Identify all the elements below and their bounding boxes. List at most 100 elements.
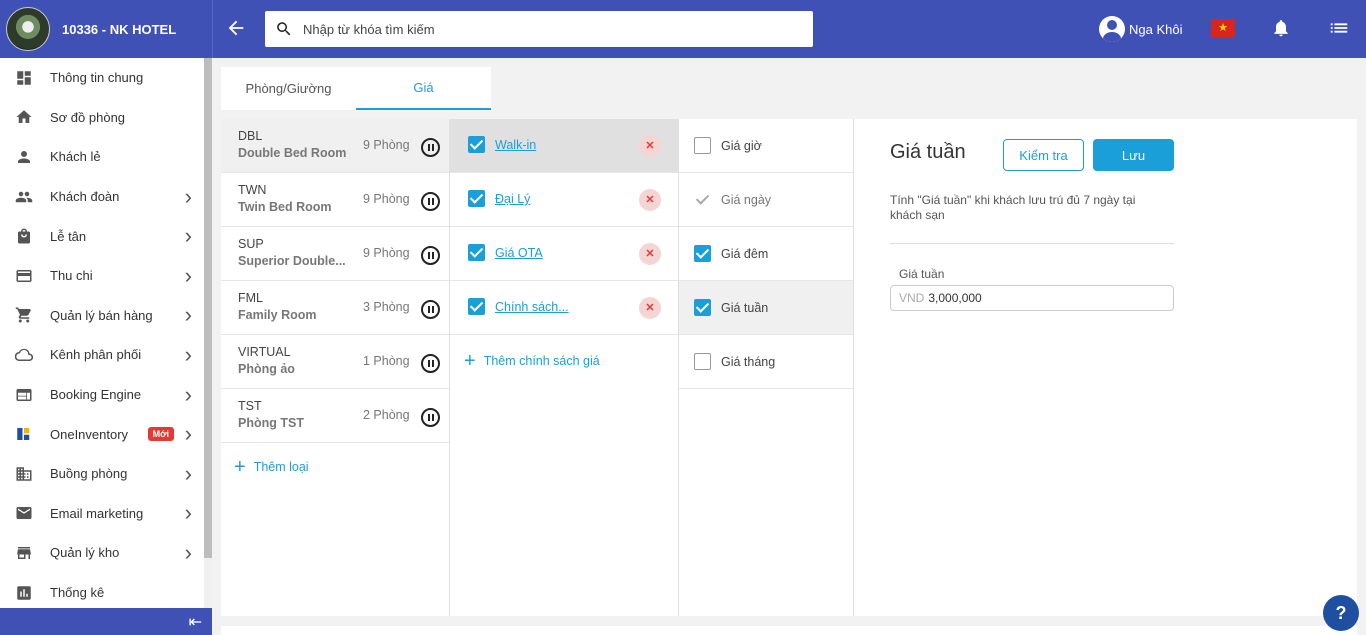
sidebar-item-qu-n-l-b-n-h-ng[interactable]: Quản lý bán hàng › [0,296,202,336]
pause-icon[interactable] [421,354,440,373]
sidebar-item-kh-ch-o-n[interactable]: Khách đoàn › [0,177,202,217]
price-type-row[interactable]: Giá đêm [679,227,853,281]
close-icon[interactable]: ✕ [639,297,661,319]
price-policy-row[interactable]: Walk-in ✕ [450,119,678,173]
price-type-label: Giá tháng [721,355,776,369]
sidebar-item-kh-ch-l[interactable]: Khách lẻ [0,137,202,177]
policy-checkbox[interactable] [468,298,485,315]
room-type-row[interactable]: SUP Superior Double... 9 Phòng [221,227,449,281]
room-name: Family Room [238,308,317,322]
main-menu-button[interactable] [1327,17,1351,42]
close-icon[interactable]: ✕ [639,243,661,265]
sidebar-item-label: Khách đoàn [50,189,120,205]
chevron-right-icon: › [184,381,192,407]
detail-description: Tính "Giá tuần" khi khách lưu trú đủ 7 n… [890,193,1136,222]
room-type-row[interactable]: VIRTUAL Phòng ảo 1 Phòng [221,335,449,389]
sidebar-item-label: Sơ đồ phòng [50,109,126,125]
price-policy-row[interactable]: Giá OTA ✕ [450,227,678,281]
price-type-checkbox[interactable] [694,353,711,370]
sidebar-item-label: Thống kê [50,585,105,601]
sidebar-item-bu-ng-ph-ng[interactable]: Buồng phòng › [0,454,202,494]
room-count: 9 Phòng [363,138,410,152]
price-type-checkbox[interactable] [694,137,711,154]
price-type-row[interactable]: Giá tuần [679,281,853,335]
close-icon[interactable]: ✕ [639,135,661,157]
add-room-type-label: Thêm loại [253,460,309,474]
price-type-row[interactable]: Giá tháng [679,335,853,389]
price-type-list: Giá giờ Giá ngày Giá đêm Giá tuần Giá tháng [679,119,854,616]
sidebar-item-email-marketing[interactable]: Email marketing › [0,494,202,534]
sidebar-item-label: Quản lý kho [50,545,120,561]
policy-link[interactable]: Walk-in [495,138,536,152]
close-icon[interactable]: ✕ [639,189,661,211]
plus-icon: + [234,456,246,478]
vietnam-flag-icon[interactable]: ★ [1211,19,1235,37]
check-button[interactable]: Kiểm tra [1003,139,1084,171]
notification-button[interactable] [1271,17,1291,42]
sidebar-item-oneinventory[interactable]: OneInventory Mới › [0,414,202,454]
policy-link[interactable]: Đại Lý [495,192,530,206]
chart-icon [15,584,33,602]
sidebar-item-l-t-n[interactable]: Lễ tân › [0,216,202,256]
sidebar-item-qu-n-l-kho[interactable]: Quản lý kho › [0,533,202,573]
card-icon [15,267,33,285]
pause-icon[interactable] [421,192,440,211]
pause-icon[interactable] [421,138,440,157]
sidebar-item-th-ng-k[interactable]: Thống kê [0,573,202,613]
tab-room-bed[interactable]: Phòng/Giường [221,67,356,110]
room-type-row[interactable]: TST Phòng TST 2 Phòng [221,389,449,443]
sidebar-item-label: Kênh phân phối [50,347,142,363]
collapse-sidebar-button[interactable]: ⇤ [0,608,212,635]
room-type-row[interactable]: DBL Double Bed Room 9 Phòng [221,119,449,173]
add-price-policy-button[interactable]: + Thêm chính sách giá [464,351,600,371]
weekly-price-input[interactable]: VND 3,000,000 [890,285,1174,311]
policy-checkbox[interactable] [468,244,485,261]
sidebar-item-booking-engine[interactable]: Booking Engine › [0,375,202,415]
help-button[interactable]: ? [1323,595,1359,631]
price-type-row[interactable]: Giá giờ [679,119,853,173]
cloud-icon [15,346,33,364]
tab-price[interactable]: Giá [356,67,491,110]
room-type-row[interactable]: FML Family Room 3 Phòng [221,281,449,335]
policy-checkbox[interactable] [468,190,485,207]
search-box[interactable] [265,11,813,47]
policy-checkbox[interactable] [468,136,485,153]
price-type-checkbox [694,191,711,208]
price-type-label: Giá tuần [721,301,769,315]
chevron-right-icon: › [184,460,192,486]
sidebar-item-s-ph-ng[interactable]: Sơ đồ phòng [0,98,202,138]
price-type-label: Giá ngày [721,193,772,207]
back-button[interactable] [225,17,249,41]
room-count: 3 Phòng [363,300,410,314]
room-type-row[interactable]: TWN Twin Bed Room 9 Phòng [221,173,449,227]
policy-link[interactable]: Giá OTA [495,246,543,260]
price-type-checkbox[interactable] [694,299,711,316]
room-code: TWN [238,183,267,197]
save-button[interactable]: Lưu [1093,139,1174,171]
bell-icon [1274,20,1288,37]
sidebar-item-label: Thông tin chung [50,70,144,86]
account-icon [1099,16,1125,42]
sidebar-item-k-nh-ph-n-ph-i[interactable]: Kênh phân phối › [0,335,202,375]
add-room-type-button[interactable]: + Thêm loại [234,456,309,478]
price-type-row[interactable]: Giá ngày [679,173,853,227]
pause-icon[interactable] [421,408,440,427]
price-type-checkbox[interactable] [694,245,711,262]
pause-icon[interactable] [421,246,440,265]
chevron-right-icon: › [184,223,192,249]
divider [890,243,1174,244]
policy-link[interactable]: Chính sách... [495,300,569,314]
room-name: Twin Bed Room [238,200,332,214]
user-menu[interactable]: Nga Khôi [1099,16,1182,42]
price-policy-row[interactable]: Chính sách... ✕ [450,281,678,335]
chevron-right-icon: › [184,262,192,288]
search-input[interactable] [303,21,783,37]
sidebar-item-thu-chi[interactable]: Thu chi › [0,256,202,296]
chevron-right-icon: › [184,421,192,447]
person-icon [15,148,33,166]
price-policy-list: Walk-in ✕ Đại Lý ✕ Giá OTA ✕ Chính sách... ✕ + Th… [450,119,679,616]
pause-icon[interactable] [421,300,440,319]
price-policy-row[interactable]: Đại Lý ✕ [450,173,678,227]
sidebar-item-th-ng-tin-chung[interactable]: Thông tin chung [0,58,202,98]
sidebar-scrollbar[interactable] [204,58,212,558]
